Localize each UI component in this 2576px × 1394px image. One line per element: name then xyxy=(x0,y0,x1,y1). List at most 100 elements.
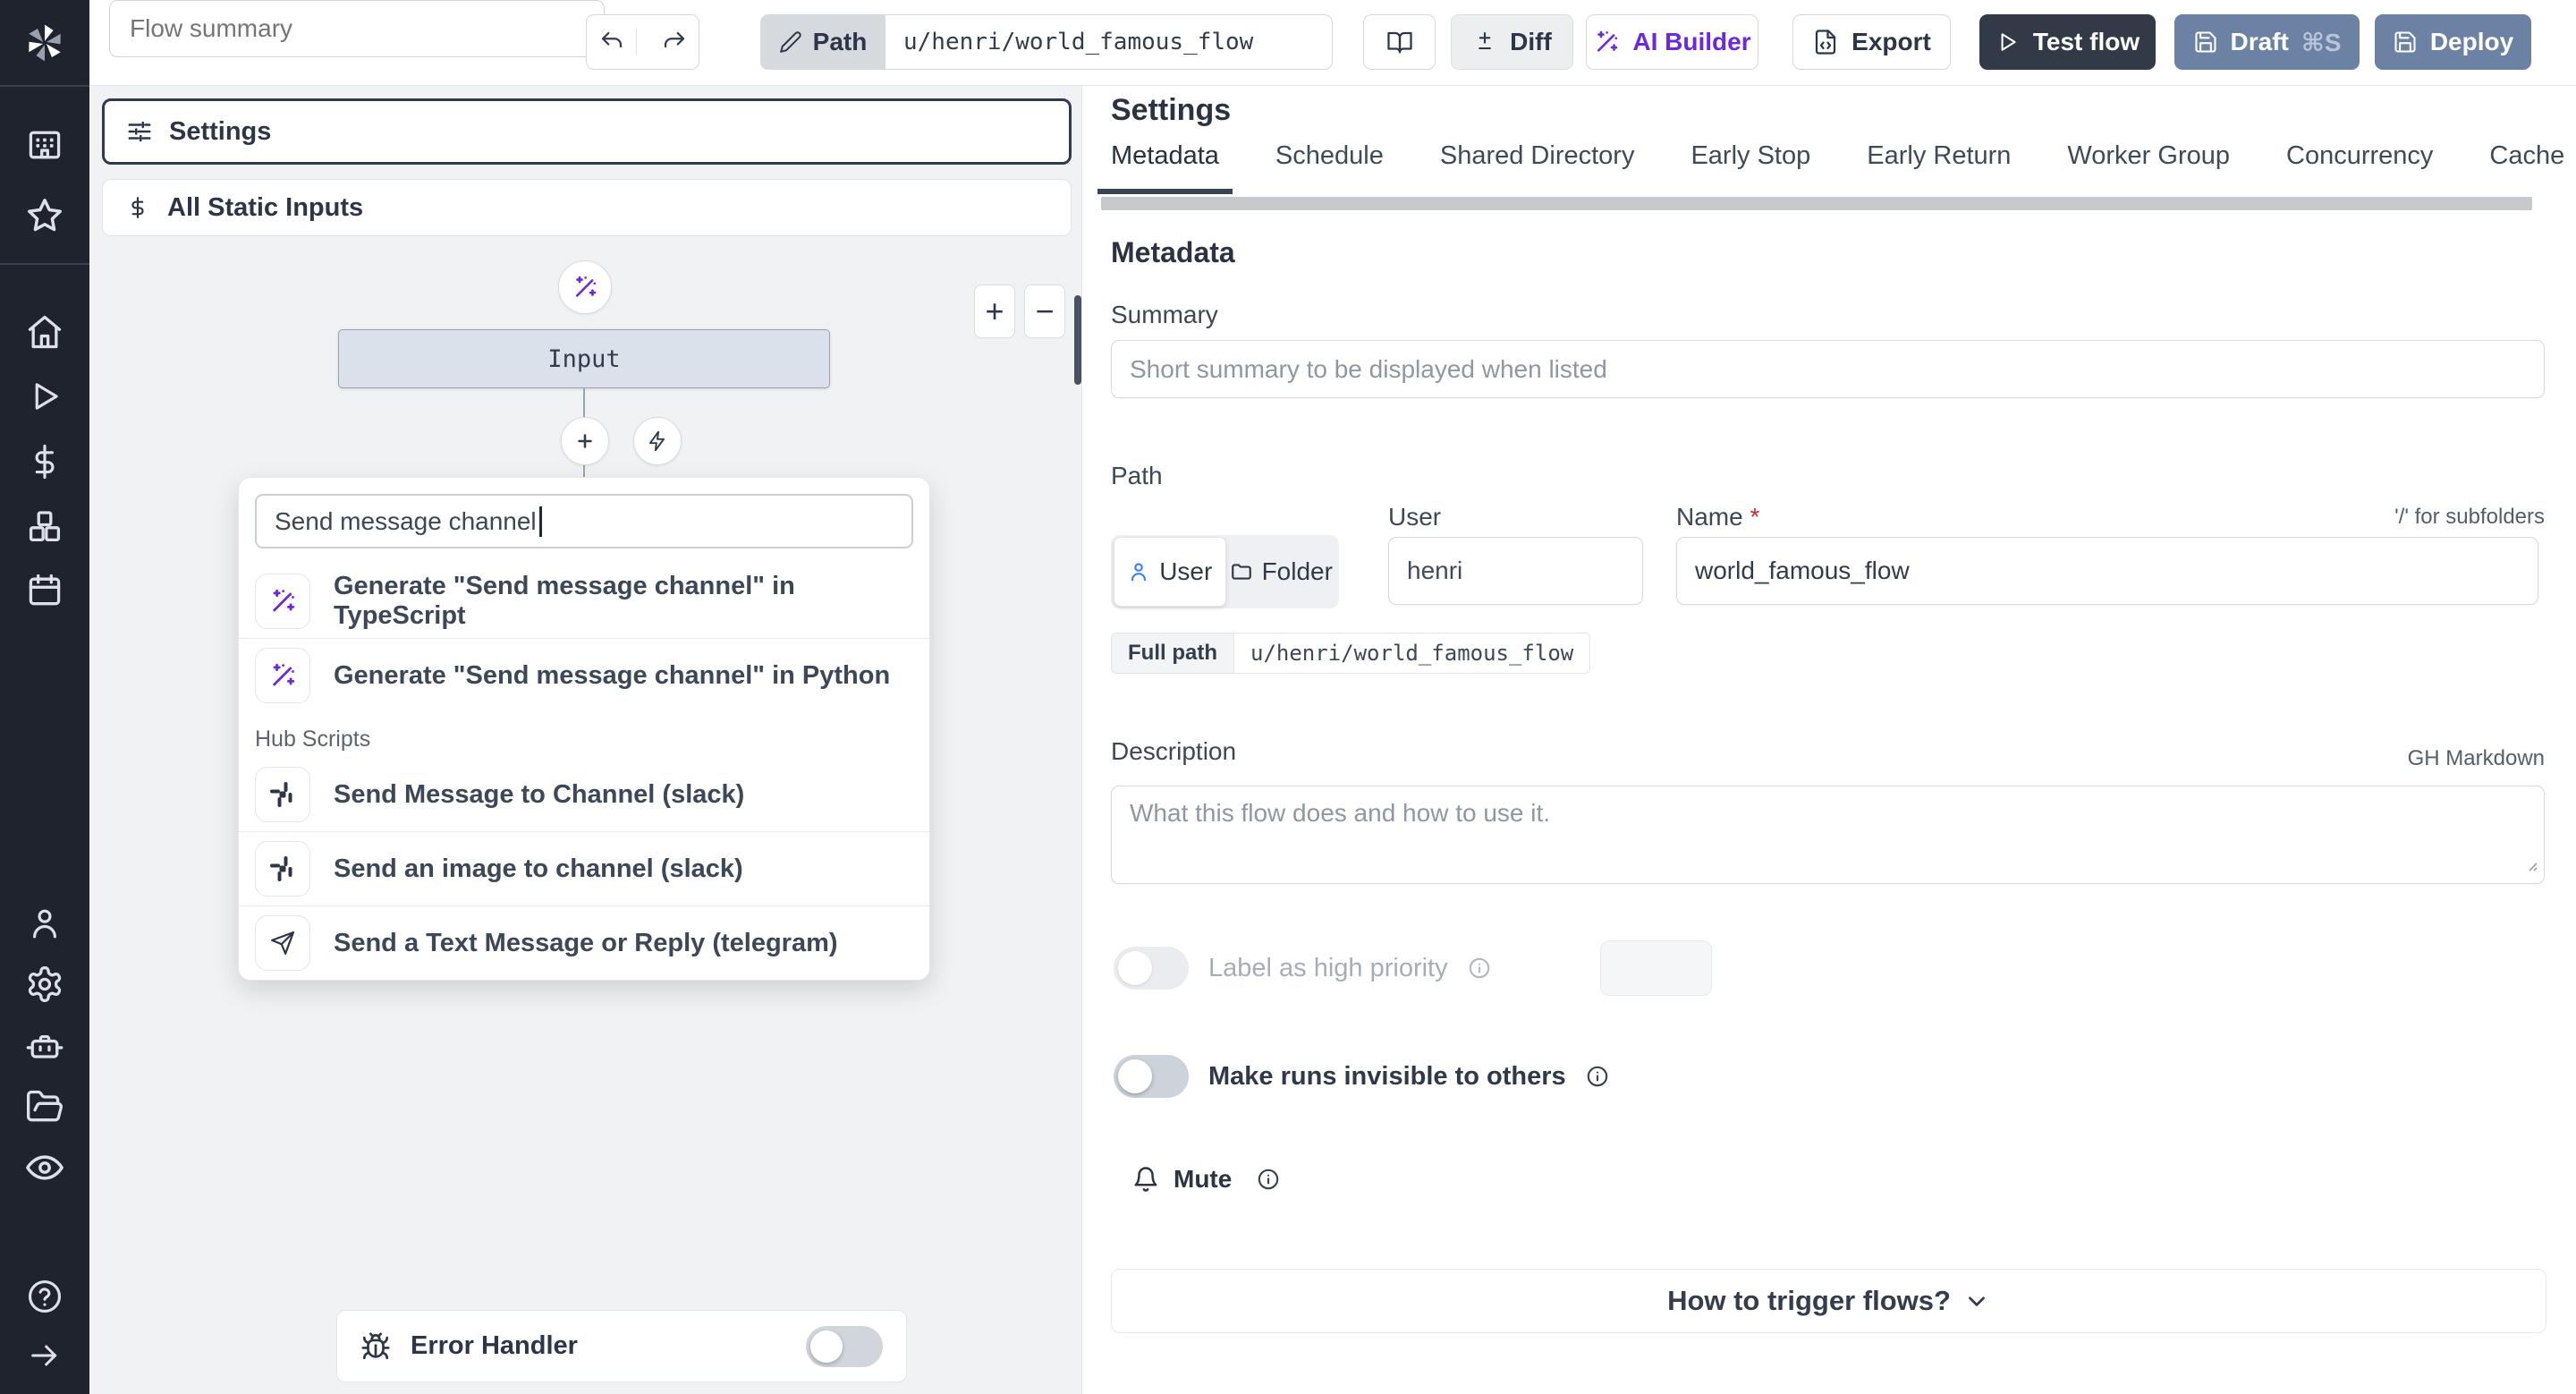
docs-button[interactable] xyxy=(1363,14,1436,70)
suggestion-generate-typescript[interactable]: Generate "Send message channel" in TypeS… xyxy=(239,565,929,638)
users-icon[interactable] xyxy=(26,905,64,942)
wand-icon xyxy=(255,648,310,703)
full-path-value: u/henri/world_famous_flow xyxy=(1233,633,1591,674)
high-priority-row: Label as high priority xyxy=(1114,940,1712,996)
tabs-horizontal-scrollbar[interactable] xyxy=(1101,197,2532,210)
owner-user-option[interactable]: User xyxy=(1114,537,1226,607)
draft-button[interactable]: Draft ⌘S xyxy=(2174,14,2360,70)
mute-row[interactable]: Mute xyxy=(1132,1160,1280,1199)
summary-input[interactable] xyxy=(1111,340,2545,398)
flow-edge xyxy=(583,388,585,417)
home-icon[interactable] xyxy=(25,312,64,352)
windmill-logo[interactable] xyxy=(22,21,67,65)
markdown-hint: GH Markdown xyxy=(2407,746,2545,770)
zap-icon xyxy=(648,430,665,452)
input-node[interactable]: Input xyxy=(338,329,830,388)
deploy-button[interactable]: Deploy xyxy=(2375,14,2531,70)
redo-button[interactable] xyxy=(649,29,699,55)
ai-builder-button[interactable]: AI Builder xyxy=(1586,14,1758,70)
full-path-label: Full path xyxy=(1111,633,1233,674)
topbar: Path u/henri/world_famous_flow Diff AI B… xyxy=(89,0,2576,86)
invisible-runs-label: Make runs invisible to others xyxy=(1208,1061,1566,1091)
slack-icon xyxy=(255,841,310,897)
info-icon xyxy=(1258,1169,1279,1190)
flow-editor-panel: Settings All Static Inputs + − Input Sen… xyxy=(89,86,1082,1394)
error-handler-label: Error Handler xyxy=(411,1331,578,1360)
flow-summary-input[interactable] xyxy=(109,0,605,57)
plus-icon xyxy=(578,434,592,448)
draft-shortcut: ⌘S xyxy=(2301,28,2342,56)
how-to-trigger-flows-expander[interactable]: How to trigger flows? xyxy=(1111,1269,2546,1333)
error-handler-toggle[interactable] xyxy=(806,1325,883,1367)
flow-settings-node[interactable]: Settings xyxy=(102,98,1072,165)
folders-icon[interactable] xyxy=(25,1087,64,1126)
path-button-label: Path xyxy=(812,28,868,55)
help-icon[interactable] xyxy=(26,1278,64,1315)
export-button[interactable]: Export xyxy=(1792,14,1951,70)
tab-shared-directory[interactable]: Shared Directory xyxy=(1427,141,1648,186)
sliders-icon xyxy=(128,121,151,142)
tab-concurrency[interactable]: Concurrency xyxy=(2273,141,2446,186)
favorites-icon[interactable] xyxy=(24,195,65,236)
runs-icon[interactable] xyxy=(26,378,64,415)
variables-icon[interactable] xyxy=(26,443,64,480)
telegram-icon xyxy=(255,915,310,971)
tab-worker-group[interactable]: Worker Group xyxy=(2054,141,2243,186)
suggestion-generate-python[interactable]: Generate "Send message channel" in Pytho… xyxy=(239,638,929,712)
metadata-heading: Metadata xyxy=(1111,236,1235,268)
workspace-icon[interactable] xyxy=(25,125,64,165)
flow-settings-label: Settings xyxy=(169,116,272,146)
zoom-out-button[interactable]: − xyxy=(1024,285,1065,338)
wand-icon xyxy=(1597,30,1618,52)
tab-metadata[interactable]: Metadata xyxy=(1097,141,1233,194)
mute-label: Mute xyxy=(1174,1165,1233,1193)
invisible-runs-toggle[interactable] xyxy=(1114,1055,1189,1098)
priority-number-input[interactable] xyxy=(1599,940,1712,996)
path-value-input[interactable]: u/henri/world_famous_flow xyxy=(886,14,1333,70)
flow-panel-scrollbar[interactable] xyxy=(1074,295,1081,385)
settings-gear-icon[interactable] xyxy=(25,965,64,1004)
path-section-label: Path xyxy=(1111,462,1163,489)
tab-early-return[interactable]: Early Return xyxy=(1853,141,2024,186)
tab-cache[interactable]: Cache xyxy=(2476,141,2576,186)
test-flow-button[interactable]: Test flow xyxy=(1979,14,2156,70)
resources-icon[interactable] xyxy=(25,506,64,546)
sidebar xyxy=(0,0,89,1394)
hub-script-slack-message[interactable]: Send Message to Channel (slack) xyxy=(239,758,929,831)
audit-logs-icon[interactable] xyxy=(24,1147,65,1188)
high-priority-toggle[interactable] xyxy=(1114,947,1189,990)
error-handler-node[interactable]: Error Handler xyxy=(336,1310,907,1382)
tab-schedule[interactable]: Schedule xyxy=(1262,141,1397,186)
settings-panel-title: Settings xyxy=(1111,93,1232,127)
settings-panel: Settings Metadata Schedule Shared Direct… xyxy=(1083,86,2576,1394)
expand-sidebar-icon[interactable] xyxy=(27,1338,63,1373)
owner-folder-option[interactable]: Folder xyxy=(1226,538,1337,606)
user-input[interactable] xyxy=(1388,537,1643,605)
owner-kind-toggle: User Folder xyxy=(1111,535,1339,608)
dollar-icon xyxy=(131,197,144,218)
hub-script-telegram-message[interactable]: Send a Text Message or Reply (telegram) xyxy=(239,905,929,980)
hub-script-slack-image[interactable]: Send an image to channel (slack) xyxy=(239,831,929,905)
wand-icon xyxy=(575,276,597,297)
undo-button[interactable] xyxy=(587,29,637,55)
step-search-input[interactable]: Send message channel xyxy=(255,494,913,548)
step-search-dropdown: Send message channel Generate "Send mess… xyxy=(238,477,930,981)
add-trigger-button[interactable] xyxy=(633,417,682,465)
book-open-icon xyxy=(1386,31,1412,54)
static-inputs-node[interactable]: All Static Inputs xyxy=(102,179,1072,236)
ai-flow-button[interactable] xyxy=(558,260,612,314)
hub-scripts-section-label: Hub Scripts xyxy=(255,727,371,752)
add-step-button[interactable] xyxy=(561,417,609,465)
zoom-in-button[interactable]: + xyxy=(974,285,1015,338)
tab-early-stop[interactable]: Early Stop xyxy=(1677,141,1824,186)
text-caret xyxy=(538,506,542,537)
plus-minus-icon xyxy=(1479,32,1492,50)
play-icon xyxy=(2001,33,2016,51)
path-button[interactable]: Path xyxy=(760,14,886,70)
name-input[interactable] xyxy=(1676,537,2538,605)
workers-icon[interactable] xyxy=(25,1027,64,1067)
description-textarea[interactable] xyxy=(1111,786,2545,884)
schedules-icon[interactable] xyxy=(25,571,64,610)
diff-button[interactable]: Diff xyxy=(1451,14,1573,70)
resize-grip-icon[interactable] xyxy=(2521,855,2539,873)
